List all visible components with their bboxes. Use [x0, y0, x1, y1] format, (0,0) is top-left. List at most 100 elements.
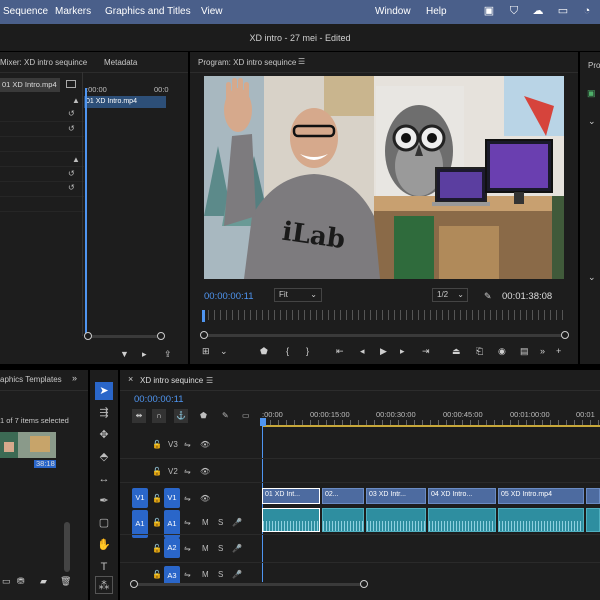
menu-icon[interactable]: ☰ [206, 376, 213, 385]
triangle-up-icon[interactable]: ▲ [72, 96, 80, 105]
lock-icon[interactable]: 🔓 [152, 570, 162, 579]
menu-window[interactable]: Window [375, 6, 411, 17]
tab-audio-clip-mixer[interactable]: Mixer: XD intro sequince [0, 54, 87, 72]
new-bin-icon[interactable]: ▭ [2, 576, 11, 587]
clip-name-field[interactable]: 01 XD Intro.mp4 [0, 78, 60, 92]
ripple-edit-icon[interactable]: ✥ [95, 426, 113, 444]
program-playhead[interactable] [202, 310, 205, 322]
timeline-audio-clip[interactable] [366, 508, 426, 532]
screen-icon[interactable]: ▣ [482, 5, 496, 17]
chevron-down-icon[interactable]: ⌄ [220, 346, 228, 357]
marker-icon[interactable]: ⬟ [260, 346, 268, 357]
work-area-bar[interactable] [262, 425, 600, 427]
timeline-timecode[interactable]: 00:00:00:11 [134, 394, 183, 405]
hand-tool-icon[interactable]: ✋ [95, 536, 113, 554]
snap-icon[interactable]: ∩ [152, 409, 166, 423]
selection-tool-icon[interactable]: ➤ [95, 382, 113, 400]
clip-thumbnail[interactable] [0, 432, 56, 458]
sync-icon[interactable]: ⇋ [184, 440, 191, 449]
video-frame[interactable]: iLab [204, 76, 564, 279]
lock-icon[interactable]: 🔓 [152, 440, 162, 449]
more-icon[interactable]: » [72, 373, 77, 383]
linked-selection-icon[interactable]: ⚓ [174, 409, 188, 423]
rectangle-tool-icon[interactable]: ▢ [95, 514, 113, 532]
play-icon[interactable]: ▶ [380, 346, 387, 357]
source-v1-button[interactable]: V1 [132, 488, 148, 508]
solo-button[interactable]: S [218, 544, 223, 553]
wifi-icon[interactable]: ◔ [580, 5, 594, 17]
track-v1-button[interactable]: V1 [164, 488, 180, 508]
program-time-ruler[interactable] [202, 310, 568, 320]
zoom-handle-right[interactable] [157, 332, 165, 340]
timeline-audio-clip[interactable] [498, 508, 584, 532]
lift-icon[interactable]: ⏏ [452, 346, 461, 357]
shield-icon[interactable]: ⛉ [507, 5, 521, 17]
timeline-video-clip[interactable] [586, 488, 600, 504]
right-panel-tab[interactable]: Pro [588, 61, 600, 70]
lock-icon[interactable]: 🔓 [152, 544, 162, 553]
menu-sequence[interactable]: Sequence [3, 6, 48, 17]
timeline-video-clip[interactable]: 04 XD Intro... [428, 488, 496, 504]
filter-icon[interactable]: ▼ [120, 349, 129, 359]
zoom-handle-right[interactable] [561, 331, 569, 339]
microphone-icon[interactable]: 🎤 [232, 544, 242, 553]
timeline-audio-clip[interactable] [322, 508, 364, 532]
go-to-out-icon[interactable]: ⇥ [422, 346, 430, 357]
scrollbar[interactable] [64, 522, 70, 572]
lock-icon[interactable]: 🔓 [152, 467, 162, 476]
sync-icon[interactable]: ⇋ [184, 570, 191, 579]
timeline-scrollbar[interactable] [134, 583, 364, 586]
compare-icon[interactable]: ▤ [520, 346, 529, 357]
resolution-dropdown[interactable]: 1/2 ⌄ [432, 288, 468, 302]
export-icon[interactable]: ⇪ [164, 349, 172, 360]
wrench-icon[interactable]: ✎ [222, 411, 229, 420]
menu-markers[interactable]: Markers [55, 6, 91, 17]
menu-graphics-and-titles[interactable]: Graphics and Titles [105, 6, 191, 17]
wrench-icon[interactable]: ✎ [484, 291, 492, 302]
track-a2-button[interactable]: A2 [164, 538, 180, 558]
marker-icon[interactable]: ⬟ [200, 411, 207, 420]
mute-button[interactable]: M [202, 518, 209, 527]
timeline-video-clip[interactable]: 03 XD Intr... [366, 488, 426, 504]
close-icon[interactable]: × [128, 374, 133, 384]
pen-tool-icon[interactable]: ✒ [95, 492, 113, 510]
tab-metadata[interactable]: Metadata [104, 54, 137, 72]
captions-icon[interactable]: ▭ [242, 411, 250, 420]
type-tool-icon[interactable]: T [95, 558, 113, 576]
eye-icon[interactable]: 👁 [200, 440, 210, 449]
solo-button[interactable]: S [218, 570, 223, 579]
menu-icon[interactable]: ☰ [298, 57, 305, 66]
nest-toggle-icon[interactable]: ⇹ [132, 409, 146, 423]
sync-icon[interactable]: ⇋ [184, 467, 191, 476]
timeline-tab[interactable]: XD intro sequince [140, 376, 203, 385]
timeline-video-clip[interactable]: 01 XD Int... [262, 488, 320, 504]
zoom-handle-right[interactable] [360, 580, 368, 588]
mini-playhead[interactable] [85, 88, 87, 338]
eye-icon[interactable]: 👁 [200, 494, 210, 503]
fit-dropdown[interactable]: Fit ⌄ [274, 288, 322, 302]
chevron-down-icon[interactable]: ⌄ [588, 272, 596, 283]
folder-icon[interactable]: ▰ [40, 576, 47, 587]
mute-button[interactable]: M [202, 544, 209, 553]
lock-icon[interactable]: 🔓 [152, 518, 162, 527]
camera-icon[interactable]: ◉ [498, 346, 506, 357]
zoom-handle-left[interactable] [130, 580, 138, 588]
mute-button[interactable]: M [202, 570, 209, 579]
sync-icon[interactable]: ⇋ [184, 494, 191, 503]
timeline-playhead-head[interactable] [260, 418, 266, 426]
sync-icon[interactable]: ⇋ [184, 518, 191, 527]
new-item-icon[interactable]: ⛃ [17, 576, 25, 587]
microphone-icon[interactable]: 🎤 [232, 518, 242, 527]
media-icon[interactable]: ▣ [587, 88, 596, 99]
timeline-video-clip[interactable]: 02... [322, 488, 364, 504]
timeline-audio-clip[interactable] [428, 508, 496, 532]
eye-icon[interactable]: 👁 [200, 467, 210, 476]
timeline-audio-clip[interactable] [586, 508, 600, 532]
creative-cloud-icon[interactable]: ☁ [531, 5, 545, 17]
mini-clip[interactable]: 01 XD Intro.mp4 [84, 96, 166, 108]
lock-icon[interactable]: 🔓 [152, 494, 162, 503]
slip-tool-icon[interactable]: ↔ [95, 470, 113, 488]
chevron-down-icon[interactable]: ⌄ [588, 116, 596, 127]
menu-help[interactable]: Help [426, 6, 447, 17]
panel-toggle-icon[interactable] [66, 80, 76, 88]
